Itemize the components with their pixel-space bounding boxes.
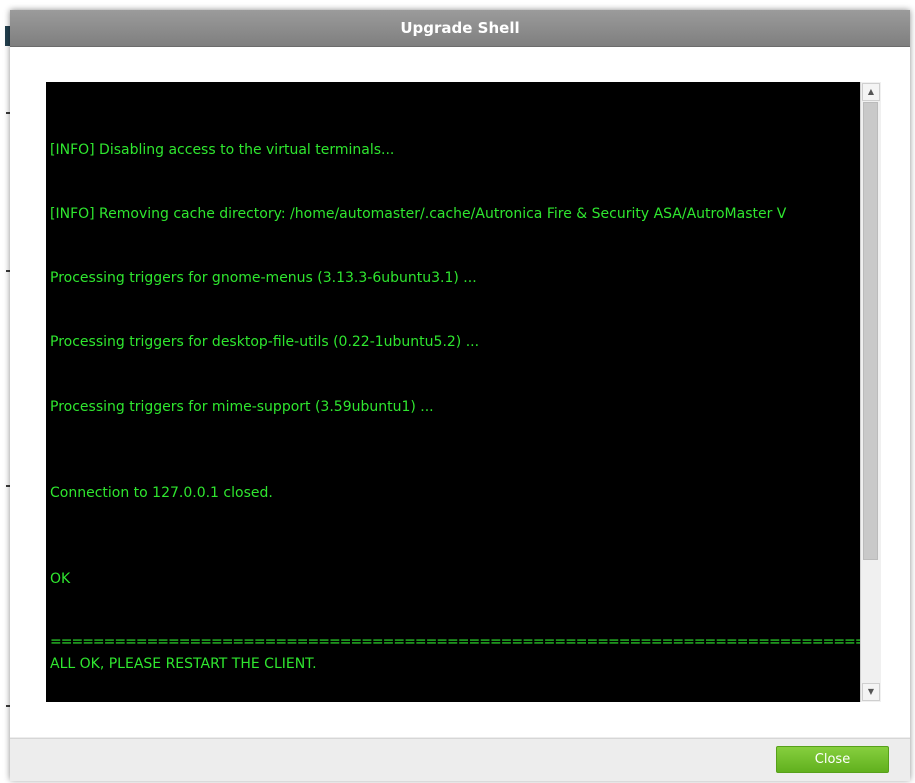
terminal-output[interactable]: [INFO] Disabling access to the virtual t… <box>46 82 860 702</box>
terminal-line: Processing triggers for mime-support (3.… <box>50 399 434 415</box>
terminal-separator: ========================================… <box>50 634 860 650</box>
dialog-titlebar[interactable]: Upgrade Shell <box>10 10 910 47</box>
terminal-line: Processing triggers for gnome-menus (3.1… <box>50 270 477 286</box>
scrollbar-thumb[interactable] <box>863 102 878 560</box>
close-button[interactable]: Close <box>776 746 889 773</box>
terminal-line: OK <box>50 571 71 587</box>
dialog-title: Upgrade Shell <box>400 19 520 37</box>
terminal-line: [INFO] Removing cache directory: /home/a… <box>50 206 787 222</box>
arrow-up-icon[interactable]: ▲ <box>862 83 880 101</box>
terminal-line: Processing triggers for desktop-file-uti… <box>50 334 480 350</box>
terminal-line: ALL OK, PLEASE RESTART THE CLIENT. <box>50 656 317 672</box>
terminal-scrollbar[interactable]: ▲ ▼ <box>860 82 881 702</box>
terminal-line: [INFO] Disabling access to the virtual t… <box>50 142 395 158</box>
terminal-line: Connection to 127.0.0.1 closed. <box>50 485 273 501</box>
dialog-footer: Close <box>10 738 910 781</box>
arrow-down-icon[interactable]: ▼ <box>862 683 880 701</box>
upgrade-shell-dialog: Upgrade Shell [INFO] Disabling access to… <box>10 10 910 781</box>
